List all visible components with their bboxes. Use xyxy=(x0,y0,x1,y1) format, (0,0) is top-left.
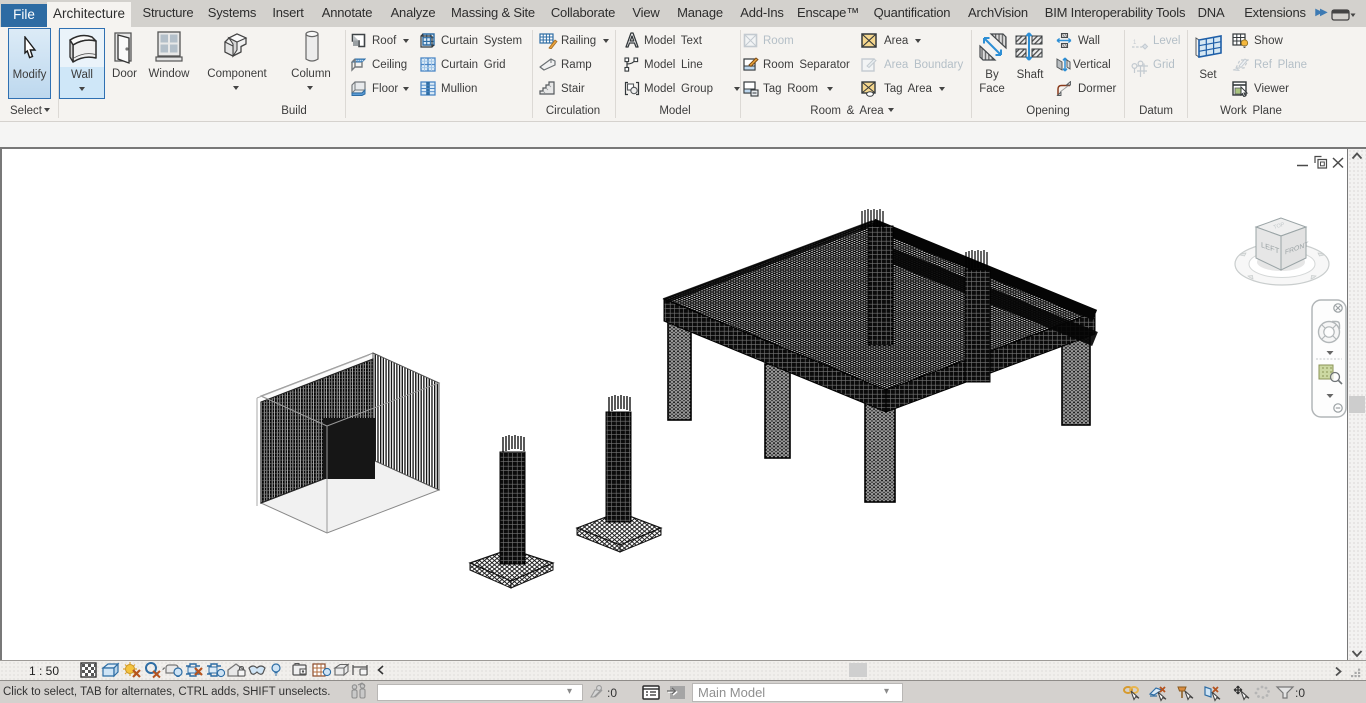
svg-text::0: :0 xyxy=(607,686,617,700)
svg-text:1: 1 xyxy=(1133,40,1137,46)
svg-text::0: :0 xyxy=(1295,686,1305,700)
svg-text:1 : 50: 1 : 50 xyxy=(29,664,59,678)
